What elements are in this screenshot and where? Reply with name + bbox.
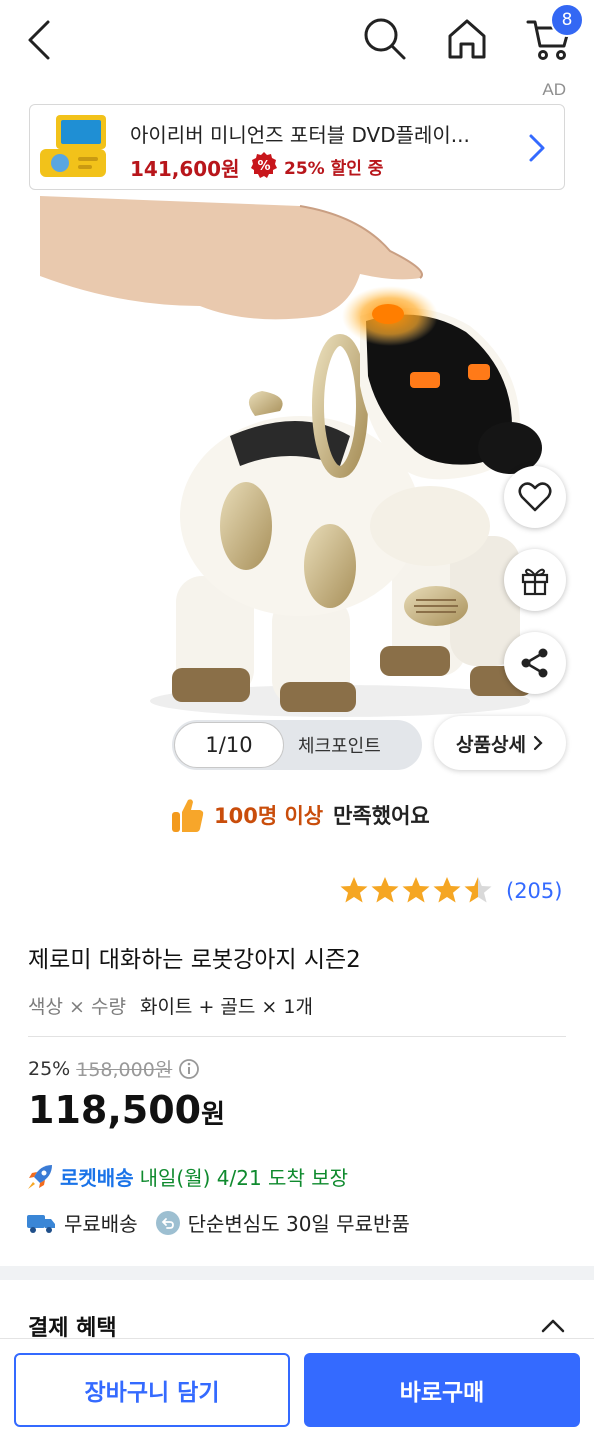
ad-product-thumbnail bbox=[40, 115, 106, 177]
original-price: 158,000원 bbox=[76, 1059, 173, 1081]
sale-price-unit: 원 bbox=[201, 1100, 225, 1130]
thumbs-up-icon bbox=[172, 799, 204, 832]
option-value: 화이트 + 골드 × 1개 bbox=[139, 996, 313, 1018]
chevron-up-icon[interactable] bbox=[540, 1316, 566, 1336]
ad-banner[interactable]: 아이리버 미니언즈 포터블 DVD플레이... 141,600원 % 25% 할… bbox=[29, 104, 565, 190]
ad-price: 141,600원 bbox=[130, 157, 240, 181]
rocket-icon bbox=[28, 1164, 52, 1189]
section-divider bbox=[0, 1266, 594, 1280]
chevron-right-icon[interactable] bbox=[526, 132, 548, 164]
ad-discount: 25% 할인 중 bbox=[284, 159, 384, 179]
discount-badge-icon: % bbox=[251, 152, 277, 178]
image-counter: 1/10 bbox=[174, 722, 284, 768]
product-detail-button[interactable]: 상품상세 bbox=[434, 716, 566, 770]
truck-icon bbox=[27, 1214, 55, 1233]
rocket-delivery: 로켓배송 내일(월) 4/21 도착 보장 bbox=[26, 1162, 348, 1191]
return-icon bbox=[155, 1210, 180, 1235]
back-arrow-icon[interactable] bbox=[22, 18, 58, 62]
discount-info: 25% 158,000원 bbox=[28, 1055, 200, 1082]
share-icon bbox=[521, 648, 548, 678]
option-label: 색상 × 수량 bbox=[28, 996, 126, 1018]
add-to-cart-button[interactable]: 장바구니 담기 bbox=[14, 1353, 290, 1427]
divider bbox=[28, 1036, 566, 1037]
selected-option[interactable]: 색상 × 수량 화이트 + 골드 × 1개 bbox=[28, 992, 313, 1019]
product-image[interactable] bbox=[0, 196, 594, 726]
gallery-pager[interactable]: 1/10 체크포인트 bbox=[172, 720, 422, 770]
review-count[interactable]: (205) bbox=[506, 879, 562, 903]
shipping-info: 무료배송 단순변심도 30일 무료반품 bbox=[26, 1208, 410, 1237]
star-rating-icon bbox=[340, 877, 492, 903]
ad-label: AD bbox=[542, 80, 566, 99]
satisfaction-banner: 100명 이상 만족했어요 bbox=[170, 796, 430, 834]
satisfaction-count: 100명 이상 bbox=[214, 804, 324, 828]
top-bar: 8 bbox=[0, 0, 594, 80]
product-title: 제로미 대화하는 로봇강아지 시즌2 bbox=[28, 947, 361, 973]
home-icon[interactable] bbox=[442, 14, 492, 64]
heart-icon bbox=[518, 482, 552, 512]
gift-button[interactable] bbox=[504, 549, 566, 611]
rocket-delivery-label: 로켓배송 bbox=[60, 1166, 134, 1190]
buy-now-button[interactable]: 바로구매 bbox=[304, 1353, 580, 1427]
cart-count-badge: 8 bbox=[550, 3, 584, 37]
ad-title: 아이리버 미니언즈 포터블 DVD플레이... bbox=[130, 123, 470, 147]
checkpoint-tab[interactable]: 체크포인트 bbox=[298, 732, 381, 758]
chevron-right-icon bbox=[533, 735, 543, 751]
arrival-date: 내일(월) 4/21 도착 보장 bbox=[139, 1166, 348, 1190]
satisfaction-text: 만족했어요 bbox=[333, 804, 430, 828]
bottom-action-bar: 장바구니 담기 바로구매 bbox=[0, 1338, 594, 1440]
info-icon[interactable] bbox=[178, 1058, 200, 1080]
discount-rate: 25% bbox=[28, 1057, 71, 1080]
return-policy-text: 단순변심도 30일 무료반품 bbox=[187, 1212, 410, 1236]
free-shipping-text: 무료배송 bbox=[64, 1212, 138, 1236]
sale-price-number: 118,500 bbox=[28, 1088, 202, 1132]
gift-icon bbox=[521, 568, 549, 596]
share-button[interactable] bbox=[504, 632, 566, 694]
discount-badge-symbol: % bbox=[257, 159, 270, 174]
rating[interactable]: (205) bbox=[340, 876, 562, 906]
sale-price: 118,500원 bbox=[28, 1088, 225, 1132]
wishlist-button[interactable] bbox=[504, 466, 566, 528]
product-detail-label: 상품상세 bbox=[456, 733, 526, 756]
search-icon[interactable] bbox=[360, 14, 408, 62]
